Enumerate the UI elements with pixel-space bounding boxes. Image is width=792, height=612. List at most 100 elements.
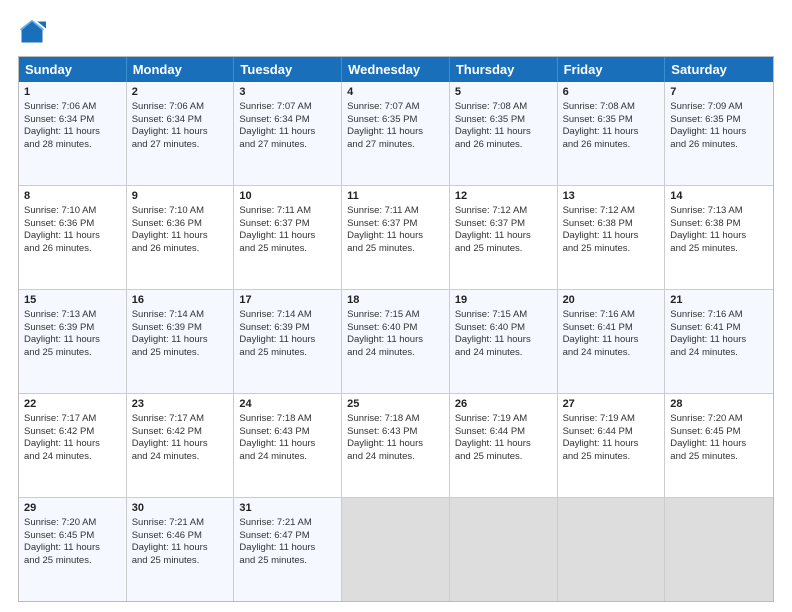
- day-number: 16: [132, 293, 229, 308]
- day-info-line: Sunrise: 7:06 AM: [132, 101, 204, 112]
- day-info-line: Sunset: 6:41 PM: [563, 322, 633, 333]
- day-info-line: and 25 minutes.: [132, 555, 200, 566]
- day-info-line: and 25 minutes.: [24, 347, 92, 358]
- day-info-line: Sunset: 6:43 PM: [239, 426, 309, 437]
- day-info-line: and 25 minutes.: [24, 555, 92, 566]
- header-day-tuesday: Tuesday: [234, 57, 342, 82]
- day-info-line: and 25 minutes.: [455, 243, 523, 254]
- empty-cell: [342, 498, 450, 601]
- day-info-line: Sunrise: 7:08 AM: [563, 101, 635, 112]
- header: [18, 18, 774, 46]
- day-info-line: Sunset: 6:44 PM: [563, 426, 633, 437]
- day-number: 17: [239, 293, 336, 308]
- day-info-line: Daylight: 11 hours: [455, 334, 531, 345]
- day-cell-27: 27Sunrise: 7:19 AMSunset: 6:44 PMDayligh…: [558, 394, 666, 497]
- day-info-line: Sunset: 6:34 PM: [24, 114, 94, 125]
- day-info-line: Daylight: 11 hours: [239, 542, 315, 553]
- day-cell-12: 12Sunrise: 7:12 AMSunset: 6:37 PMDayligh…: [450, 186, 558, 289]
- calendar-header: SundayMondayTuesdayWednesdayThursdayFrid…: [19, 57, 773, 82]
- day-info-line: Daylight: 11 hours: [347, 438, 423, 449]
- day-number: 24: [239, 397, 336, 412]
- day-info-line: and 27 minutes.: [347, 139, 415, 150]
- day-info-line: and 24 minutes.: [670, 347, 738, 358]
- day-info-line: Sunset: 6:37 PM: [455, 218, 525, 229]
- day-info-line: and 24 minutes.: [132, 451, 200, 462]
- day-info-line: Daylight: 11 hours: [563, 334, 639, 345]
- day-info-line: Daylight: 11 hours: [670, 438, 746, 449]
- day-info-line: Sunrise: 7:06 AM: [24, 101, 96, 112]
- header-day-thursday: Thursday: [450, 57, 558, 82]
- day-info-line: Sunrise: 7:14 AM: [132, 309, 204, 320]
- day-info-line: Sunrise: 7:10 AM: [132, 205, 204, 216]
- day-cell-14: 14Sunrise: 7:13 AMSunset: 6:38 PMDayligh…: [665, 186, 773, 289]
- day-cell-18: 18Sunrise: 7:15 AMSunset: 6:40 PMDayligh…: [342, 290, 450, 393]
- day-info-line: and 25 minutes.: [239, 243, 307, 254]
- day-info-line: Sunset: 6:39 PM: [132, 322, 202, 333]
- day-cell-16: 16Sunrise: 7:14 AM Sunset: 6:39 PMDayligh…: [127, 290, 235, 393]
- day-info-line: Sunset: 6:42 PM: [132, 426, 202, 437]
- day-cell-4: 4Sunrise: 7:07 AMSunset: 6:35 PMDaylight…: [342, 82, 450, 185]
- day-info-line: and 26 minutes.: [670, 139, 738, 150]
- day-cell-17: 17Sunrise: 7:14 AMSunset: 6:39 PMDayligh…: [234, 290, 342, 393]
- day-info-line: Sunrise: 7:20 AM: [24, 517, 96, 528]
- calendar-row-5: 29Sunrise: 7:20 AM Sunset: 6:45 PM Dayligh…: [19, 497, 773, 601]
- day-info-line: Daylight: 11 hours: [24, 438, 100, 449]
- header-day-monday: Monday: [127, 57, 235, 82]
- day-info-line: and 25 minutes.: [132, 347, 200, 358]
- day-number: 22: [24, 397, 121, 412]
- day-info-line: Daylight: 11 hours: [239, 438, 315, 449]
- day-info-line: and 24 minutes.: [347, 451, 415, 462]
- day-cell-7: 7Sunrise: 7:09 AMSunset: 6:35 PMDaylight…: [665, 82, 773, 185]
- day-info-line: Sunset: 6:45 PM: [24, 530, 94, 541]
- day-info-line: Sunset: 6:37 PM: [239, 218, 309, 229]
- day-number: 29: [24, 501, 121, 516]
- day-info-line: Daylight: 11 hours: [132, 230, 208, 241]
- day-number: 10: [239, 189, 336, 204]
- day-info-line: Sunrise: 7:21 AM: [132, 517, 204, 528]
- day-info-line: Daylight: 11 hours: [670, 334, 746, 345]
- day-info-line: and 25 minutes.: [347, 243, 415, 254]
- day-info-line: Sunset: 6:46 PM: [132, 530, 202, 541]
- day-info-line: and 24 minutes.: [239, 451, 307, 462]
- day-info-line: Daylight: 11 hours: [132, 334, 208, 345]
- day-info-line: Sunset: 6:40 PM: [455, 322, 525, 333]
- day-info-line: and 24 minutes.: [24, 451, 92, 462]
- day-info-line: Sunset: 6:35 PM: [670, 114, 740, 125]
- day-number: 19: [455, 293, 552, 308]
- day-info-line: and 25 minutes.: [239, 347, 307, 358]
- day-info-line: Sunset: 6:38 PM: [563, 218, 633, 229]
- day-info-line: Sunset: 6:35 PM: [563, 114, 633, 125]
- day-cell-8: 8Sunrise: 7:10 AMSunset: 6:36 PMDaylight…: [19, 186, 127, 289]
- day-number: 13: [563, 189, 660, 204]
- day-info-line: Sunset: 6:44 PM: [455, 426, 525, 437]
- day-number: 11: [347, 189, 444, 204]
- day-info-line: Sunset: 6:47 PM: [239, 530, 309, 541]
- day-number: 5: [455, 85, 552, 100]
- day-cell-29: 29Sunrise: 7:20 AMSunset: 6:45 PMDayligh…: [19, 498, 127, 601]
- logo: [18, 18, 50, 46]
- day-info-line: and 25 minutes.: [239, 555, 307, 566]
- day-info-line: Sunrise: 7:16 AM: [670, 309, 742, 320]
- day-number: 9: [132, 189, 229, 204]
- day-info-line: Sunset: 6:34 PM: [239, 114, 309, 125]
- day-number: 30: [132, 501, 229, 516]
- day-cell-11: 11Sunrise: 7:11 AMSunset: 6:37 PMDayligh…: [342, 186, 450, 289]
- day-info-line: and 26 minutes.: [563, 139, 631, 150]
- day-info-line: Sunset: 6:41 PM: [670, 322, 740, 333]
- day-info-line: Sunrise: 7:13 AM: [24, 309, 96, 320]
- day-cell-9: 9Sunrise: 7:10 AMSunset: 6:36 PMDaylight…: [127, 186, 235, 289]
- day-cell-10: 10Sunrise: 7:11 AMSunset: 6:37 PMDayligh…: [234, 186, 342, 289]
- day-info-line: Sunset: 6:39 PM: [239, 322, 309, 333]
- header-day-friday: Friday: [558, 57, 666, 82]
- day-info-line: Sunset: 6:39 PM: [24, 322, 94, 333]
- day-cell-28: 28Sunrise: 7:20 AMSunset: 6:45 PMDayligh…: [665, 394, 773, 497]
- calendar: SundayMondayTuesdayWednesdayThursdayFrid…: [18, 56, 774, 602]
- day-cell-23: 23Sunrise: 7:17 AMSunset: 6:42 PMDayligh…: [127, 394, 235, 497]
- day-number: 8: [24, 189, 121, 204]
- header-day-wednesday: Wednesday: [342, 57, 450, 82]
- day-number: 12: [455, 189, 552, 204]
- day-number: 25: [347, 397, 444, 412]
- day-number: 31: [239, 501, 336, 516]
- calendar-row-1: 1Sunrise: 7:06 AMSunset: 6:34 PMDaylight…: [19, 82, 773, 185]
- day-info-line: Sunrise: 7:14 AM: [239, 309, 311, 320]
